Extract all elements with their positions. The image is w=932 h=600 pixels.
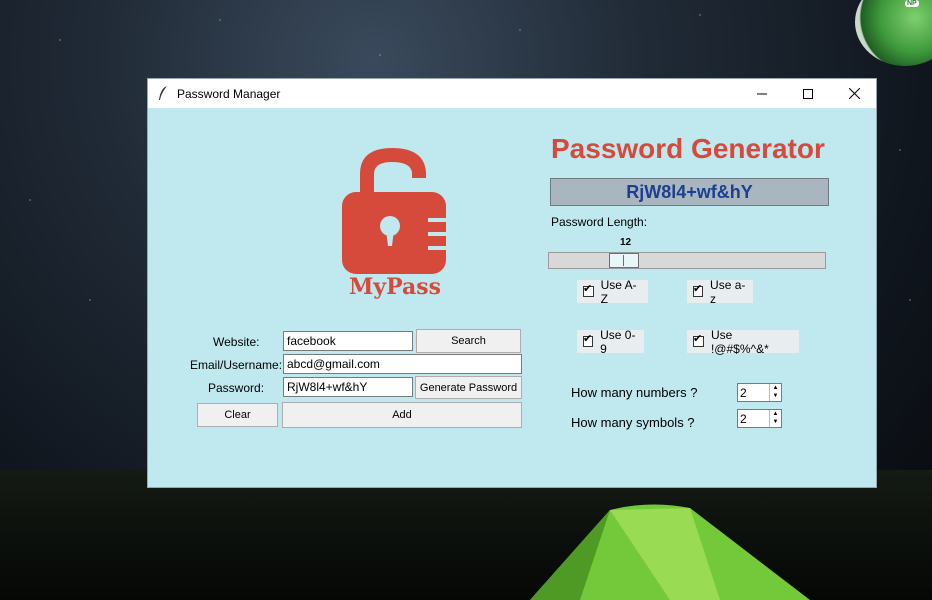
add-button[interactable]: Add	[282, 402, 522, 428]
website-label: Website:	[213, 335, 260, 349]
spinbox-arrows[interactable]: ▲ ▼	[769, 384, 781, 401]
logo-text: MyPass	[348, 274, 442, 300]
password-length-value: 12	[620, 237, 632, 248]
checkbox-use-symbols[interactable]: ✔ Use !@#$%^&*	[687, 327, 799, 356]
checkbox-use-digits[interactable]: ✔ Use 0-9	[577, 327, 644, 356]
maximize-button[interactable]	[785, 79, 831, 108]
numbers-spinbox[interactable]: 2 ▲ ▼	[737, 383, 782, 402]
widget-badge: NP	[905, 0, 919, 7]
checkbox-box[interactable]: ✔	[693, 283, 704, 297]
slider-thumb[interactable]	[609, 253, 639, 268]
password-input[interactable]: RjW8l4+wf&hY	[283, 377, 413, 397]
password-length-label: Password Length:	[551, 215, 648, 229]
how-many-numbers-label: How many numbers ?	[571, 385, 698, 400]
numbers-spinbox-value: 2	[740, 386, 747, 400]
checkbox-box[interactable]: ✔	[693, 333, 704, 347]
checkbox-label: Use a-z	[710, 277, 746, 306]
tent-image	[530, 504, 810, 600]
password-length-slider[interactable]	[548, 252, 826, 269]
checkbox-use-lowercase[interactable]: ✔ Use a-z	[687, 277, 753, 306]
checkbox-box[interactable]: ✔	[583, 333, 594, 347]
checkbox-label: Use 0-9	[600, 327, 636, 356]
search-button[interactable]: Search	[416, 329, 521, 353]
generate-password-button[interactable]: Generate Password	[415, 376, 522, 399]
checkbox-label: Use A-Z	[600, 277, 637, 306]
password-label: Password:	[208, 381, 265, 395]
symbols-spinbox-value: 2	[740, 412, 747, 426]
check-icon: ✔	[583, 283, 593, 295]
minimize-button[interactable]	[739, 79, 785, 108]
minimize-icon	[757, 93, 767, 94]
website-input[interactable]: facebook	[283, 331, 413, 351]
email-input[interactable]: abcd@gmail.com	[283, 354, 522, 374]
window-title: Password Manager	[177, 87, 281, 101]
symbols-spinbox[interactable]: 2 ▲ ▼	[737, 409, 782, 428]
title-bar[interactable]: Password Manager	[148, 79, 876, 108]
generated-password-display: RjW8l4+wf&hY	[550, 178, 829, 206]
clear-button[interactable]: Clear	[197, 403, 278, 427]
spin-down-icon[interactable]: ▼	[770, 392, 781, 400]
maximize-icon	[803, 88, 813, 99]
padlock-logo-icon	[342, 148, 446, 274]
spinbox-arrows[interactable]: ▲ ▼	[769, 410, 781, 427]
check-icon: ✔	[693, 333, 703, 345]
window-client: MyPass Website: facebook Search Email/Us…	[148, 108, 876, 487]
spin-up-icon[interactable]: ▲	[770, 384, 781, 392]
check-icon: ✔	[583, 333, 593, 345]
checkbox-use-uppercase[interactable]: ✔ Use A-Z	[577, 277, 648, 306]
spin-down-icon[interactable]: ▼	[770, 418, 781, 426]
generator-title: Password Generator	[551, 133, 825, 164]
check-icon: ✔	[693, 283, 703, 295]
how-many-symbols-label: How many symbols ?	[571, 415, 695, 430]
password-manager-window: Password Manager MyPass Website: faceboo…	[147, 78, 877, 488]
checkbox-box[interactable]: ✔	[583, 283, 594, 297]
feather-icon	[159, 86, 167, 100]
email-label: Email/Username:	[190, 358, 283, 372]
close-icon	[848, 88, 860, 99]
spin-up-icon[interactable]: ▲	[770, 410, 781, 418]
checkbox-label: Use !@#$%^&*	[710, 327, 769, 356]
close-button[interactable]	[831, 79, 877, 108]
